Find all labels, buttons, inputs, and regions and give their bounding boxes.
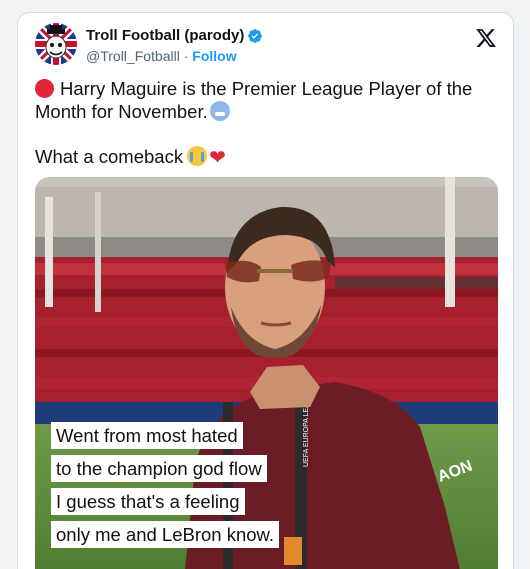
caption-line: I guess that's a feeling: [51, 488, 245, 515]
meme-caption: Went from most hated to the champion god…: [51, 422, 280, 554]
tweet-line-2: What a comeback: [35, 146, 184, 167]
x-logo-icon[interactable]: [475, 27, 497, 49]
red-circle-emoji-icon: [35, 79, 54, 98]
tweet-text: Harry Maguire is the Premier League Play…: [35, 77, 475, 170]
caption-line: Went from most hated: [51, 422, 243, 449]
author-name-row: Troll Football (parody): [86, 27, 263, 44]
author-handle[interactable]: @Troll_Fotballl: [86, 48, 180, 64]
crying-face-emoji-icon: [187, 146, 208, 166]
author-handle-row: @Troll_Fotballl · Follow: [86, 48, 237, 64]
separator-dot: ·: [183, 48, 189, 64]
tweet-paragraph-2: What a comeback ❤: [35, 145, 475, 170]
avatar[interactable]: [35, 23, 77, 65]
tweet-line-1: Harry Maguire is the Premier League Play…: [35, 78, 473, 122]
caption-line: only me and LeBron know.: [51, 521, 280, 548]
tweet-paragraph-1: Harry Maguire is the Premier League Play…: [35, 77, 475, 123]
red-heart-emoji-icon: ❤: [209, 147, 226, 169]
verified-badge-icon: [248, 28, 263, 43]
tweet-card: Troll Football (parody) @Troll_Fotballl …: [17, 12, 514, 569]
caption-line: to the champion god flow: [51, 455, 267, 482]
grimacing-face-emoji-icon: [209, 101, 230, 121]
follow-button[interactable]: Follow: [192, 48, 236, 64]
author-name[interactable]: Troll Football (parody): [86, 27, 244, 44]
